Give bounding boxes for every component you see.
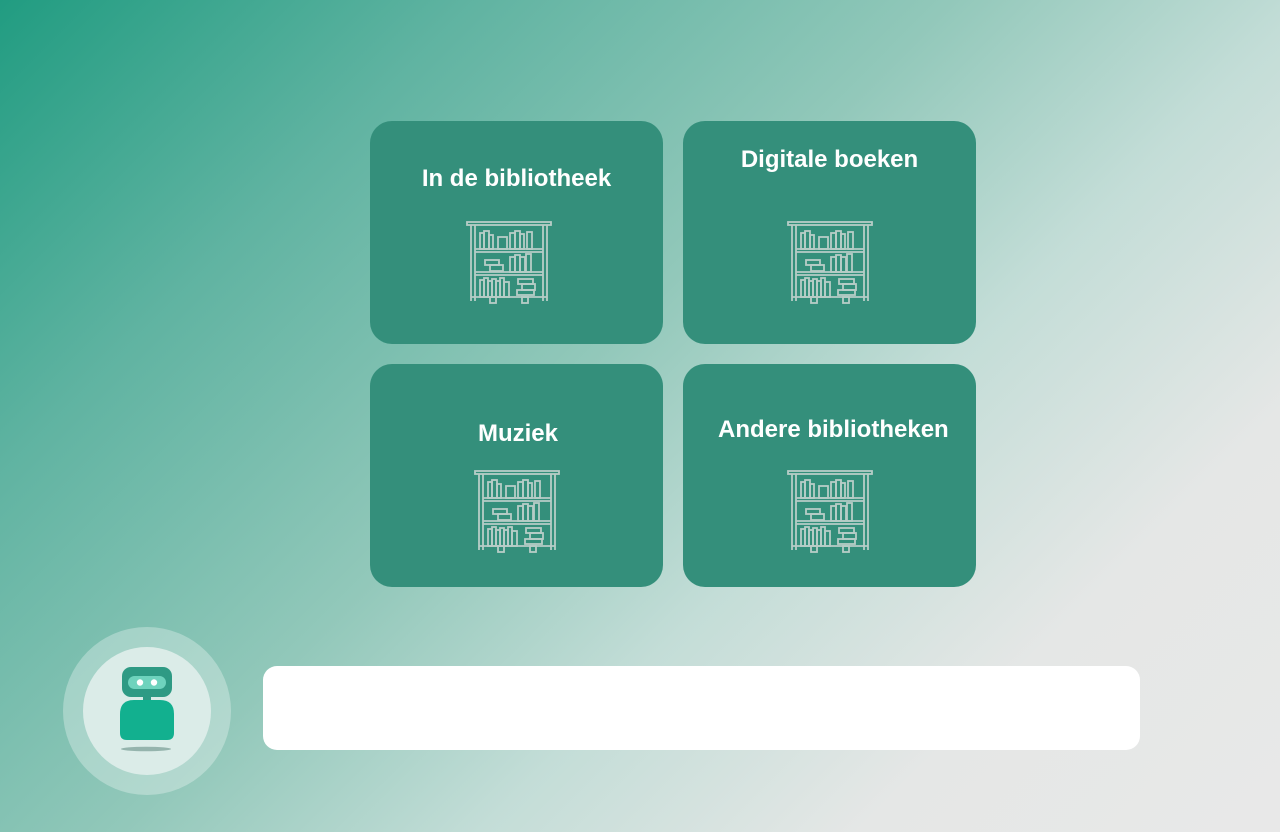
tile-label: In de bibliotheek (421, 165, 612, 192)
tile-label: Muziek (477, 420, 558, 447)
tile-muziek[interactable]: Muziek (370, 364, 663, 587)
tile-digitale-boeken[interactable]: Digitale boeken (683, 121, 976, 344)
avatar-inner-circle (83, 647, 211, 775)
tile-andere-bibliotheken[interactable]: Andere bibliotheken (683, 364, 976, 587)
assistant-avatar[interactable] (63, 627, 231, 795)
bookshelf-icon (474, 470, 560, 556)
tile-label: Andere bibliotheken (718, 416, 949, 443)
tile-label: Digitale boeken (740, 146, 919, 173)
bookshelf-icon (466, 221, 552, 307)
bookshelf-icon (787, 470, 873, 556)
bookshelf-icon (787, 221, 873, 307)
tile-in-de-bibliotheek[interactable]: In de bibliotheek (370, 121, 663, 344)
robot-icon (120, 667, 174, 752)
chat-input[interactable] (263, 666, 1140, 750)
